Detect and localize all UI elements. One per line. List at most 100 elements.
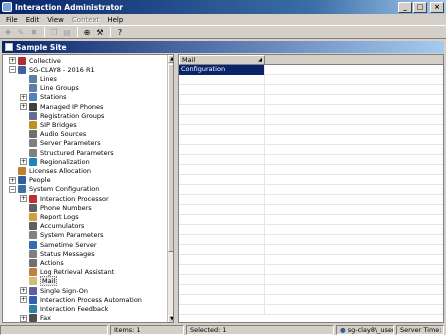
column-header-mail[interactable]: Mail ◢ — [179, 55, 265, 65]
expand-icon[interactable]: + — [9, 57, 16, 64]
tree-item[interactable]: − SG-CLAY8 - 2016 R1 — [9, 65, 95, 74]
empty-list-row — [179, 215, 443, 225]
delete-icon[interactable]: ✖ — [28, 26, 40, 38]
list-cell — [179, 125, 265, 135]
new-icon[interactable]: ✚ — [2, 26, 14, 38]
tree-node-icon — [29, 222, 37, 231]
tree-item[interactable]: + Interaction Processor — [20, 194, 109, 203]
list-cell — [179, 85, 265, 95]
tree-node-icon — [29, 212, 37, 221]
expand-icon[interactable]: + — [20, 195, 27, 202]
expand-icon[interactable]: + — [20, 93, 27, 101]
expand-icon[interactable]: + — [20, 103, 27, 110]
expand-icon[interactable]: + — [20, 287, 27, 294]
tree-item[interactable]: Report Logs — [20, 212, 79, 221]
tree-item[interactable]: − System Configuration — [9, 185, 99, 194]
tree-item-label: Licenses Allocation — [29, 166, 92, 175]
empty-list-row — [179, 105, 443, 115]
tree-item[interactable]: Server Parameters — [20, 139, 101, 148]
empty-list-row — [179, 125, 443, 135]
connect-icon[interactable]: ⊕ — [81, 26, 93, 38]
menu-view[interactable]: View — [43, 16, 68, 24]
tree-item[interactable]: + Single Sign-On — [20, 286, 88, 295]
list-cell — [179, 265, 265, 275]
sort-arrow-icon: ◢ — [258, 57, 262, 63]
menu-help[interactable]: Help — [103, 16, 127, 24]
tree-item[interactable]: Registration Groups — [20, 111, 104, 120]
list-item[interactable]: Configuration — [179, 65, 443, 75]
tree-item[interactable]: + People — [9, 176, 51, 185]
list-cell — [179, 295, 265, 305]
collapse-icon[interactable]: − — [9, 66, 16, 74]
tree-node-icon — [29, 139, 37, 148]
tree-item[interactable]: SIP Bridges — [20, 120, 77, 129]
column-header-label: Mail — [182, 56, 196, 64]
copy-icon[interactable]: ❐ — [48, 26, 60, 38]
help-icon[interactable]: ? — [114, 26, 126, 38]
tools-icon[interactable]: ⚒ — [94, 26, 106, 38]
tree-item-label: Registration Groups — [40, 111, 105, 120]
tree-item[interactable]: Actions — [20, 258, 64, 267]
list-cell — [179, 215, 265, 225]
tree-item[interactable]: Line Groups — [20, 84, 79, 93]
tree-item[interactable]: Sametime Server — [20, 240, 97, 249]
maximize-button[interactable]: □ — [413, 1, 427, 13]
toolbar: ✚ ✎ ✖ ❐ ▤ ⊕ ⚒? — [0, 25, 446, 39]
tree-node-icon — [29, 203, 37, 212]
tree-item-label: Structured Parameters — [40, 148, 114, 157]
tree-item-label: Regionalization — [40, 157, 90, 166]
expand-icon[interactable]: + — [20, 314, 27, 322]
list-cell — [179, 245, 265, 255]
tree-item-label: Log Retrieval Assistant — [40, 268, 115, 277]
tree-node-icon — [29, 268, 37, 277]
tree-item[interactable]: + Managed IP Phones — [20, 102, 103, 111]
tree-item[interactable]: Audio Sources — [20, 130, 86, 139]
tree-item-label: Phone Numbers — [40, 203, 92, 212]
tree-item[interactable]: Mail — [20, 276, 58, 287]
tree-node-icon — [29, 314, 37, 322]
empty-list-row — [179, 225, 443, 235]
tree-item[interactable]: Interaction Feedback — [20, 304, 108, 313]
tree-item[interactable]: Log Retrieval Assistant — [20, 268, 114, 277]
menu-file[interactable]: File — [2, 16, 22, 24]
tree-item[interactable]: + Interaction Process Automation — [20, 295, 142, 304]
menu-edit[interactable]: Edit — [22, 16, 44, 24]
tree-item[interactable]: System Parameters — [20, 231, 104, 240]
expand-icon[interactable]: + — [9, 176, 16, 184]
tree-item[interactable]: + Regionalization — [20, 157, 90, 166]
collapse-icon[interactable]: − — [9, 185, 16, 193]
list-cell — [179, 195, 265, 205]
tree-item[interactable]: + Stations — [20, 93, 67, 102]
empty-list-row — [179, 255, 443, 265]
navigation-tree[interactable]: ▲ ▼ + Collective − SG-CLAY8 - 2016 R1 Lines L… — [2, 54, 174, 323]
expand-icon[interactable]: + — [20, 158, 27, 166]
tree-node-icon — [29, 111, 37, 120]
tree-scrollbar[interactable]: ▲ ▼ — [167, 55, 173, 322]
expand-icon[interactable]: + — [20, 296, 27, 304]
tree-item[interactable]: Licenses Allocation — [9, 166, 91, 175]
tree-item[interactable]: Accumulators — [20, 222, 84, 231]
menu-bar: File Edit View Context Help — [0, 14, 446, 25]
tree-item[interactable]: Status Messages — [20, 249, 95, 258]
tree-node-icon — [29, 295, 37, 304]
empty-list-row — [179, 115, 443, 125]
tree-node-icon — [29, 157, 37, 166]
toolbar-separator — [77, 27, 78, 37]
tree-item[interactable]: Structured Parameters — [20, 148, 114, 157]
minimize-button[interactable]: _ — [398, 1, 412, 13]
edit-icon[interactable]: ✎ — [15, 26, 27, 38]
tree-item[interactable]: Phone Numbers — [20, 203, 92, 212]
tree-item[interactable]: + Fax — [20, 314, 51, 322]
site-header: Sample Site — [2, 41, 444, 53]
tree-node-icon — [18, 185, 26, 194]
window-title: Interaction Administrator — [15, 2, 123, 12]
close-button[interactable]: × — [430, 1, 444, 13]
tree-item[interactable]: Lines — [20, 74, 57, 83]
empty-list-row — [179, 185, 443, 195]
paste-icon[interactable]: ▤ — [61, 26, 73, 38]
pane-splitter[interactable] — [174, 54, 177, 323]
list-cell — [179, 75, 265, 85]
status-selected: Selected: 1 — [186, 324, 334, 335]
status-blank — [0, 324, 108, 335]
tree-item[interactable]: + Collective — [9, 56, 61, 65]
